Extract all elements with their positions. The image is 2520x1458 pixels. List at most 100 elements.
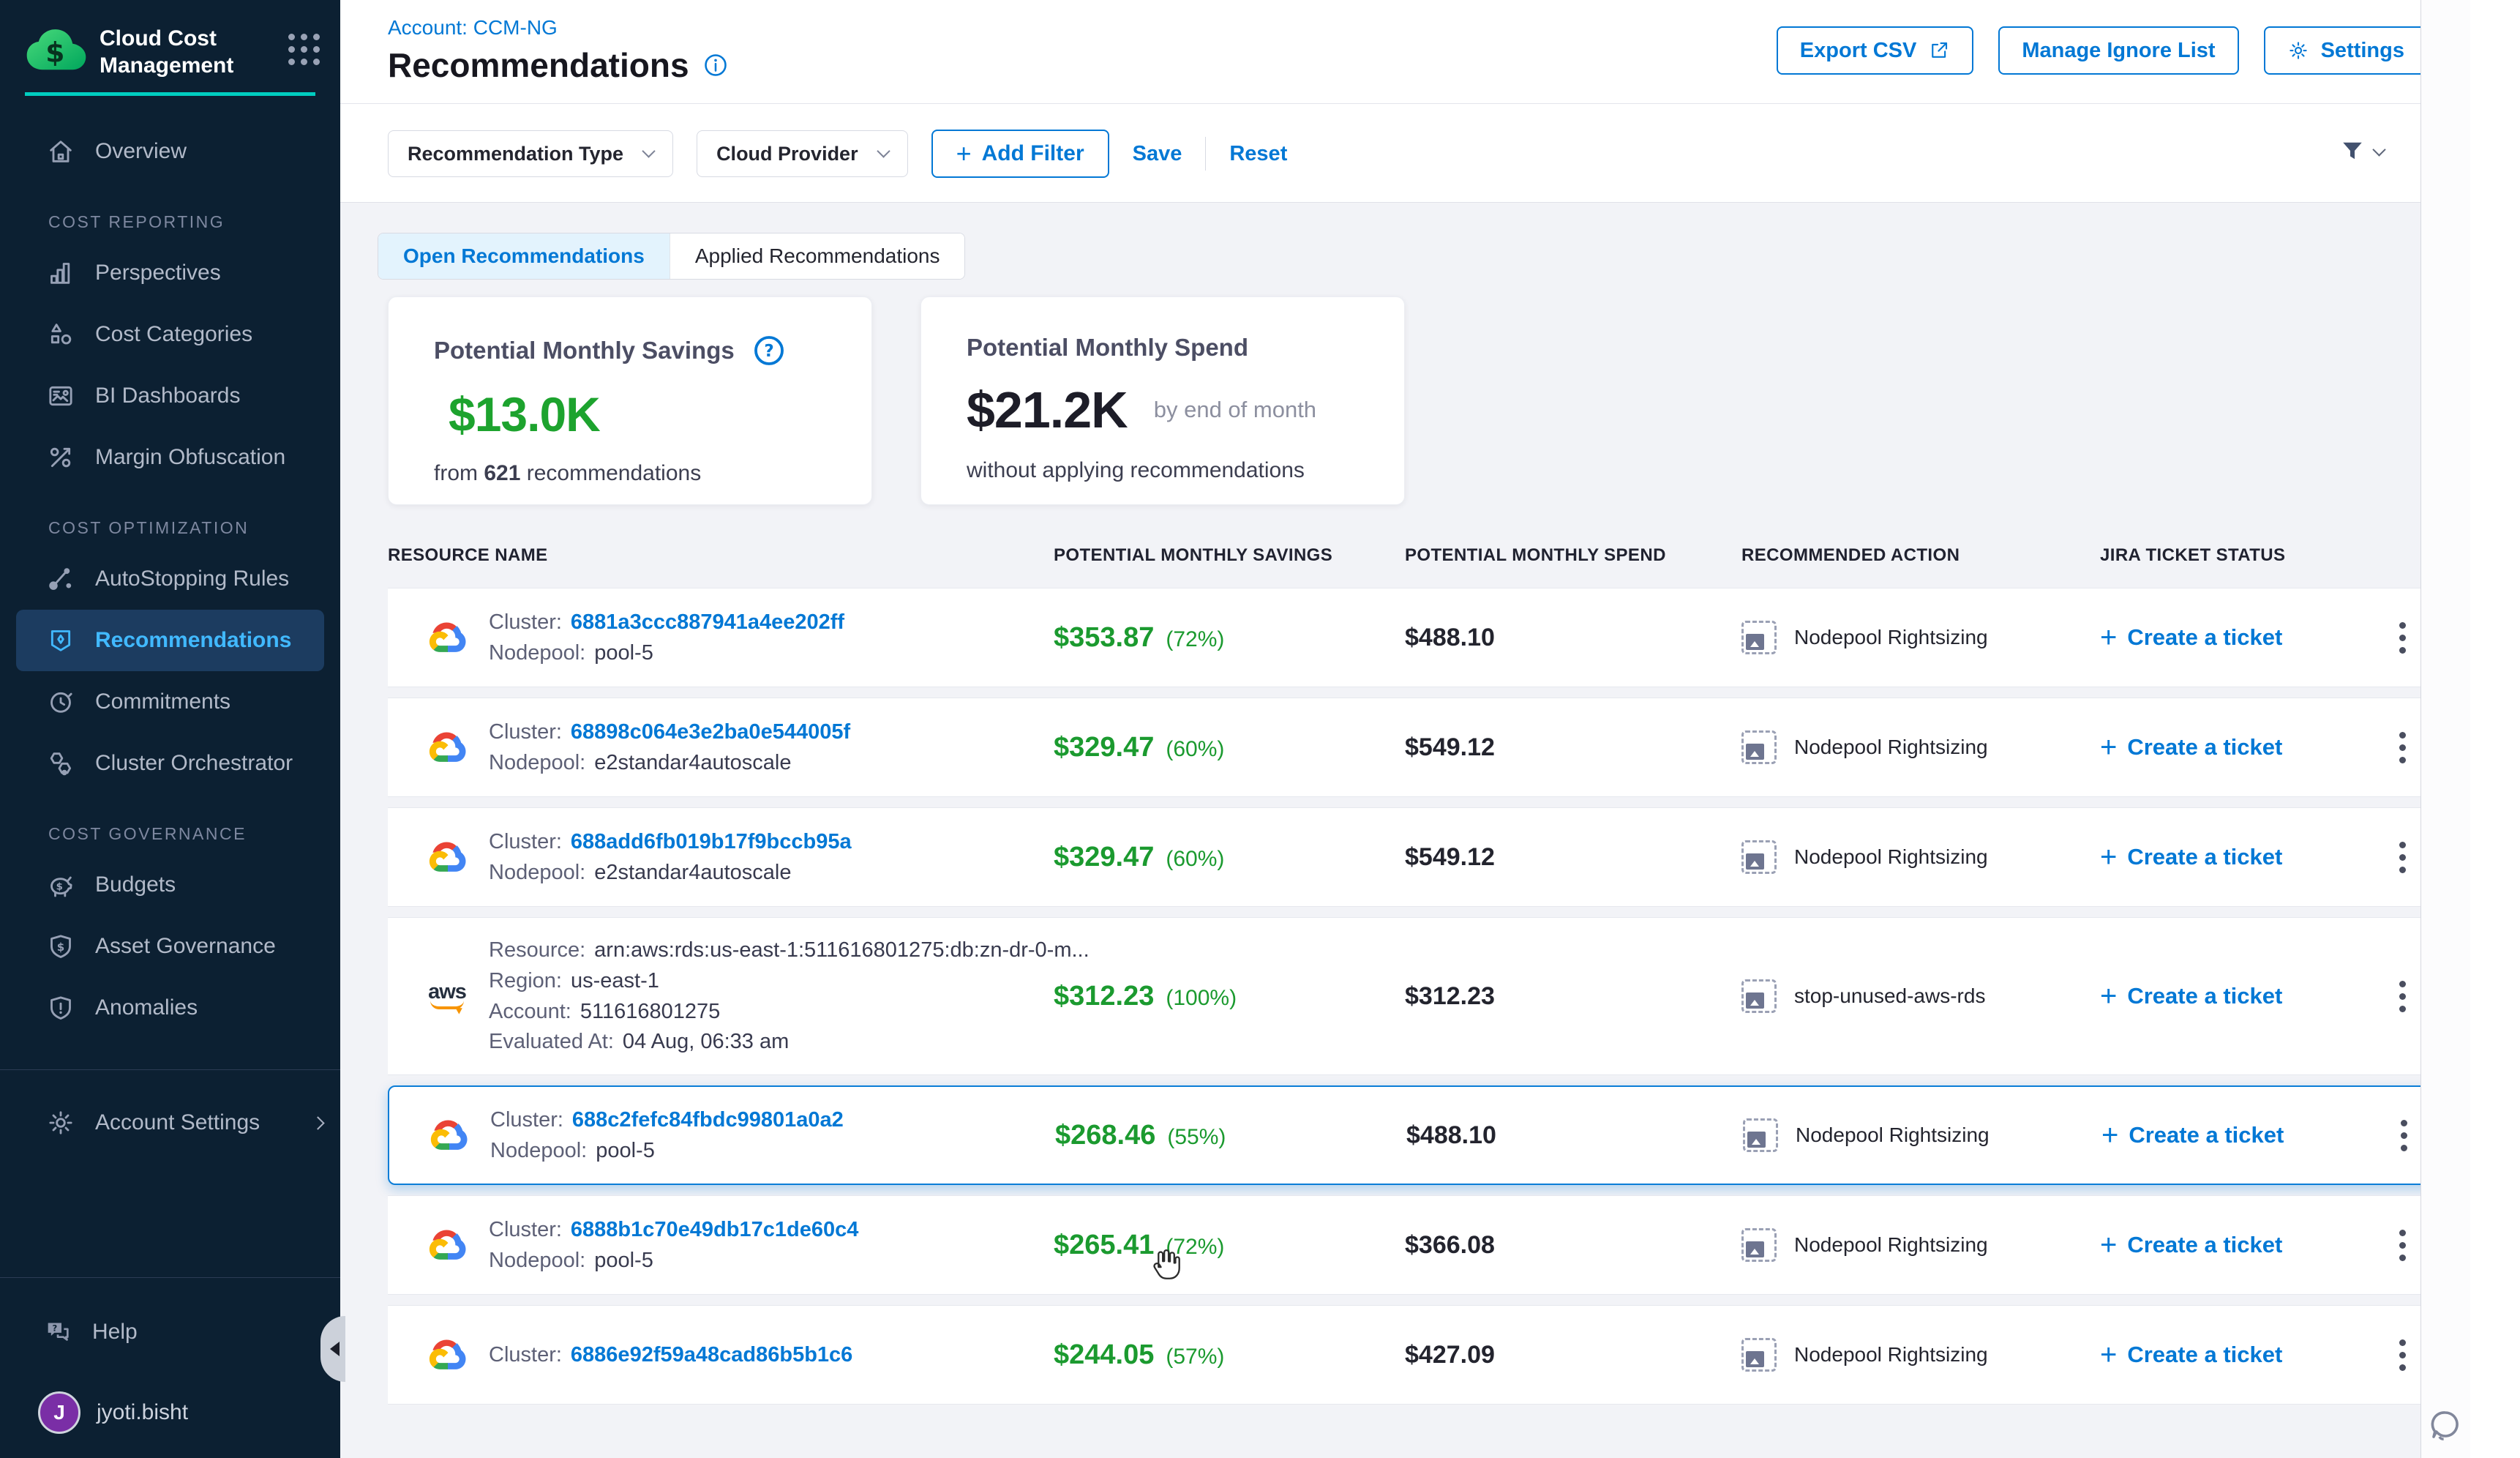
recommendation-type-label: Recommendation Type: [408, 143, 623, 165]
savings-amount: $268.46: [1055, 1120, 1155, 1151]
kebab-menu-icon[interactable]: [2390, 1221, 2415, 1270]
info-icon[interactable]: [702, 52, 729, 78]
kebab-menu-icon[interactable]: [2390, 613, 2415, 662]
create-ticket-link[interactable]: +Create a ticket: [2100, 624, 2363, 651]
kebab-menu-icon[interactable]: [2390, 833, 2415, 882]
chat-bubble-icon[interactable]: [2428, 1407, 2463, 1442]
kebab-menu-icon[interactable]: [2390, 723, 2415, 772]
sidebar-item-autostopping-rules[interactable]: AutoStopping Rules: [0, 548, 340, 610]
field-label: Region:: [489, 968, 562, 994]
question-icon[interactable]: ?: [752, 334, 786, 367]
tab-applied-recommendations[interactable]: Applied Recommendations: [670, 233, 965, 279]
gear-icon: [45, 1107, 76, 1138]
svg-text:?: ?: [764, 342, 773, 361]
sidebar-item-label: Cluster Orchestrator: [95, 751, 293, 776]
clock-icon: [45, 687, 76, 717]
sidebar-item-asset-governance[interactable]: $Asset Governance: [0, 916, 340, 977]
spend-subtext: without applying recommendations: [967, 458, 1375, 483]
resource-link[interactable]: 688c2fefc84fbdc99801a0a2: [572, 1107, 844, 1133]
sidebar-item-cost-categories[interactable]: Cost Categories: [0, 304, 340, 365]
sidebar-item-bi-dashboards[interactable]: BI Dashboards: [0, 365, 340, 427]
create-ticket-link[interactable]: +Create a ticket: [2100, 1342, 2363, 1368]
resource-fields: Cluster:688add6fb019b17f9bccb95aNodepool…: [489, 824, 852, 891]
reset-filter-button[interactable]: Reset: [1229, 142, 1287, 166]
tab-open-recommendations[interactable]: Open Recommendations: [378, 233, 670, 279]
resource-link[interactable]: 6881a3ccc887941a4ee202ff: [571, 610, 844, 635]
gcp-logo-icon: [429, 1115, 468, 1155]
sidebar-item-label: Anomalies: [95, 995, 198, 1020]
sidebar-item-budgets[interactable]: $Budgets: [0, 854, 340, 916]
export-csv-button[interactable]: Export CSV: [1777, 26, 1974, 75]
resource-link[interactable]: 68898c064e3e2ba0e544005f: [571, 719, 850, 745]
create-ticket-link[interactable]: +Create a ticket: [2100, 1232, 2363, 1258]
savings-card-title: Potential Monthly Savings: [434, 337, 735, 364]
table-row[interactable]: Cluster:6888b1c70e49db17c1de60c4Nodepool…: [388, 1195, 2441, 1295]
sidebar-item-help[interactable]: ? Help: [0, 1301, 340, 1363]
manage-ignore-list-button[interactable]: Manage Ignore List: [1998, 26, 2238, 75]
aws-logo-icon: aws: [427, 983, 467, 1009]
hex-icon: [45, 748, 76, 779]
savings-percent: (55%): [1167, 1125, 1226, 1150]
table-row[interactable]: Cluster:688c2fefc84fbdc99801a0a2Nodepool…: [388, 1085, 2441, 1185]
create-ticket-link[interactable]: +Create a ticket: [2101, 1122, 2365, 1148]
sidebar-item-margin-obfuscation[interactable]: Margin Obfuscation: [0, 427, 340, 488]
savings-value: $13.0K: [449, 386, 600, 442]
recs-icon: [45, 625, 76, 656]
sidebar-item-anomalies[interactable]: Anomalies: [0, 977, 340, 1039]
create-ticket-link[interactable]: +Create a ticket: [2100, 983, 2363, 1009]
table-row[interactable]: aws Resource: arn:aws:rds:us-east-1:511616…: [388, 917, 2441, 1075]
sidebar-item-overview[interactable]: Overview: [0, 121, 340, 182]
save-filter-button[interactable]: Save: [1133, 142, 1182, 166]
resource-link[interactable]: 6888b1c70e49db17c1de60c4: [571, 1217, 858, 1243]
create-ticket-link[interactable]: +Create a ticket: [2100, 734, 2363, 760]
create-ticket-link[interactable]: +Create a ticket: [2100, 844, 2363, 870]
sidebar-item-recommendations[interactable]: Recommendations: [16, 610, 324, 671]
sidebar-item-label: Margin Obfuscation: [95, 445, 285, 470]
potential-monthly-spend-card: Potential Monthly Spend $21.2K by end of…: [920, 296, 1405, 505]
breadcrumb-account-link[interactable]: Account: CCM-NG: [388, 16, 558, 40]
filter-panel-toggle[interactable]: [2339, 138, 2384, 164]
add-filter-button[interactable]: + Add Filter: [931, 130, 1109, 178]
table-row[interactable]: Cluster:688add6fb019b17f9bccb95aNodepool…: [388, 807, 2441, 907]
gcp-logo-icon: [427, 1225, 467, 1265]
module-grid-icon[interactable]: [288, 34, 320, 65]
settings-button[interactable]: Settings: [2264, 26, 2428, 75]
action-label: Nodepool Rightsizing: [1794, 736, 1988, 759]
field-label: Cluster:: [489, 1342, 562, 1368]
kebab-menu-icon[interactable]: [2390, 972, 2415, 1021]
sidebar-item-account-settings[interactable]: Account Settings: [0, 1092, 340, 1154]
cloud-provider-filter[interactable]: Cloud Provider: [697, 130, 908, 177]
column-header: POTENTIAL MONTHLY SAVINGS: [1039, 545, 1390, 566]
kebab-menu-icon[interactable]: [2390, 1331, 2415, 1380]
kebab-menu-icon[interactable]: [2392, 1111, 2416, 1160]
savings-amount: $265.41: [1054, 1230, 1154, 1261]
sidebar-item-perspectives[interactable]: Perspectives: [0, 242, 340, 304]
spend-card-title: Potential Monthly Spend: [967, 334, 1248, 362]
table-row[interactable]: Cluster:68898c064e3e2ba0e544005fNodepool…: [388, 698, 2441, 797]
chevron-down-icon: [877, 144, 890, 157]
recommendation-type-filter[interactable]: Recommendation Type: [388, 130, 673, 177]
resource-link[interactable]: 688add6fb019b17f9bccb95a: [571, 829, 852, 855]
resource-link[interactable]: 6886e92f59a48cad86b5b1c6: [571, 1342, 852, 1368]
gear-icon: [2287, 40, 2309, 61]
field-label: Resource:: [489, 938, 585, 963]
field-value: arn:aws:rds:us-east-1:511616801275:db:zn…: [594, 938, 1090, 963]
svg-text:$: $: [56, 882, 63, 893]
field-value: pool-5: [596, 1138, 655, 1164]
field-label: Nodepool:: [490, 1138, 587, 1164]
gcp-logo-icon: [427, 1335, 467, 1375]
table-row[interactable]: Cluster:6881a3ccc887941a4ee202ffNodepool…: [388, 588, 2441, 687]
savings-amount: $353.87: [1054, 622, 1154, 654]
savings-percent: (60%): [1166, 847, 1224, 872]
user-menu[interactable]: J jyoti.bisht: [0, 1382, 340, 1443]
table-row[interactable]: Cluster:6886e92f59a48cad86b5b1c6$244.05(…: [388, 1305, 2441, 1405]
field-label: Account:: [489, 999, 571, 1025]
spend-when-label: by end of month: [1154, 397, 1316, 423]
manage-ignore-label: Manage Ignore List: [2022, 39, 2215, 63]
sidebar-item-cluster-orchestrator[interactable]: Cluster Orchestrator: [0, 733, 340, 794]
sidebar-item-commitments[interactable]: Commitments: [0, 671, 340, 733]
field-label: Evaluated At:: [489, 1029, 614, 1055]
gcp-logo-icon: [427, 728, 467, 767]
savings-amount: $244.05: [1054, 1339, 1154, 1371]
gcp-logo-icon: [427, 837, 467, 877]
